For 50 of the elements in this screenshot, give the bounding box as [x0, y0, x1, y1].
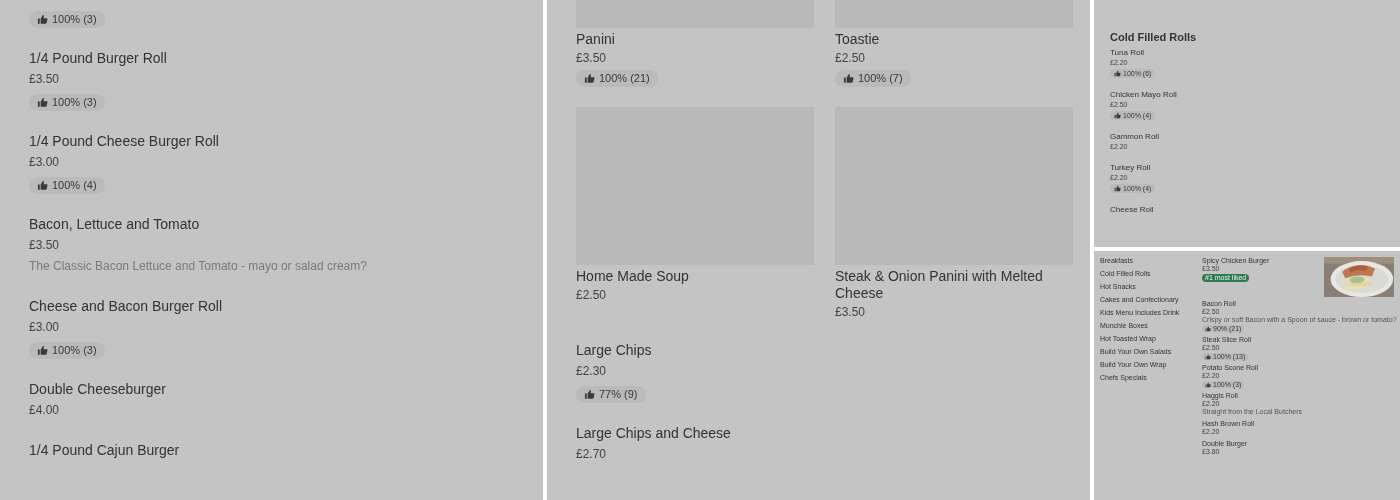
- rating-text: 100% (3): [52, 97, 97, 108]
- item-name[interactable]: Panini: [576, 31, 615, 48]
- section-title: Cold Filled Rolls: [1110, 30, 1198, 44]
- item-price: £3.50: [29, 237, 60, 254]
- thumbs-up-icon: [37, 345, 48, 356]
- thumbs-up-icon: [1205, 381, 1211, 388]
- item-name[interactable]: Toastie: [835, 31, 880, 48]
- item-name[interactable]: Home Made Soup: [576, 268, 689, 285]
- item-price: £2.50: [576, 287, 607, 304]
- item-price: £2.30: [576, 363, 607, 380]
- item-price: £3.00: [29, 319, 60, 336]
- thumbs-up-icon: [584, 73, 595, 84]
- item-name[interactable]: Cheese and Bacon Burger Roll: [29, 296, 222, 316]
- item-name[interactable]: Gammon Roll: [1110, 132, 1159, 142]
- rating-text: 100% (21): [599, 73, 650, 84]
- item-price: £2.50: [835, 50, 866, 67]
- thumbs-up-icon: [37, 97, 48, 108]
- item-name[interactable]: Large Chips and Cheese: [576, 423, 731, 443]
- item-name[interactable]: Bacon, Lettuce and Tomato: [29, 214, 200, 234]
- thumbs-up-icon: [1205, 353, 1211, 360]
- rating-text: 77% (9): [599, 389, 638, 400]
- item-price: £4.00: [29, 402, 60, 419]
- item-name[interactable]: 1/4 Pound Cheese Burger Roll: [29, 131, 219, 151]
- item-name[interactable]: Tuna Roll: [1110, 48, 1144, 58]
- item-price: £3.50: [835, 304, 866, 321]
- item-price: £3.00: [29, 154, 60, 171]
- item-name[interactable]: Turkey Roll: [1110, 163, 1151, 173]
- item-price: £2.70: [576, 446, 607, 463]
- thumbs-up-icon: [1114, 70, 1121, 77]
- thumbs-up-icon: [1205, 325, 1211, 332]
- thumbs-up-icon: [843, 73, 854, 84]
- item-name[interactable]: Large Chips: [576, 340, 652, 360]
- item-name[interactable]: Double Cheeseburger: [29, 379, 166, 399]
- thumbs-up-icon: [37, 180, 48, 191]
- rating-text: 100% (7): [858, 73, 903, 84]
- item-name[interactable]: 1/4 Pound Burger Roll: [29, 48, 167, 68]
- item-name[interactable]: Steak & Onion Panini with Melted Cheese: [835, 268, 1073, 302]
- item-name[interactable]: Chicken Mayo Roll: [1110, 90, 1177, 100]
- item-name[interactable]: 1/4 Pound Cajun Burger: [29, 440, 180, 460]
- item-name[interactable]: Cheese Roll: [1110, 205, 1154, 215]
- thumbs-up-icon: [1114, 185, 1121, 192]
- item-price: £3.50: [29, 71, 60, 88]
- rating-text: 100% (4): [52, 180, 97, 191]
- thumbs-up-icon: [37, 14, 48, 25]
- thumbs-up-icon: [584, 389, 595, 400]
- thumbs-up-icon: [1114, 112, 1121, 119]
- item-description: The Classic Bacon Lettuce and Tomato - mayo or salad cream?: [29, 258, 367, 275]
- rating-text: 100% (3): [52, 345, 97, 356]
- item-price: £3.50: [576, 50, 607, 67]
- rating-text: 100% (3): [52, 14, 97, 25]
